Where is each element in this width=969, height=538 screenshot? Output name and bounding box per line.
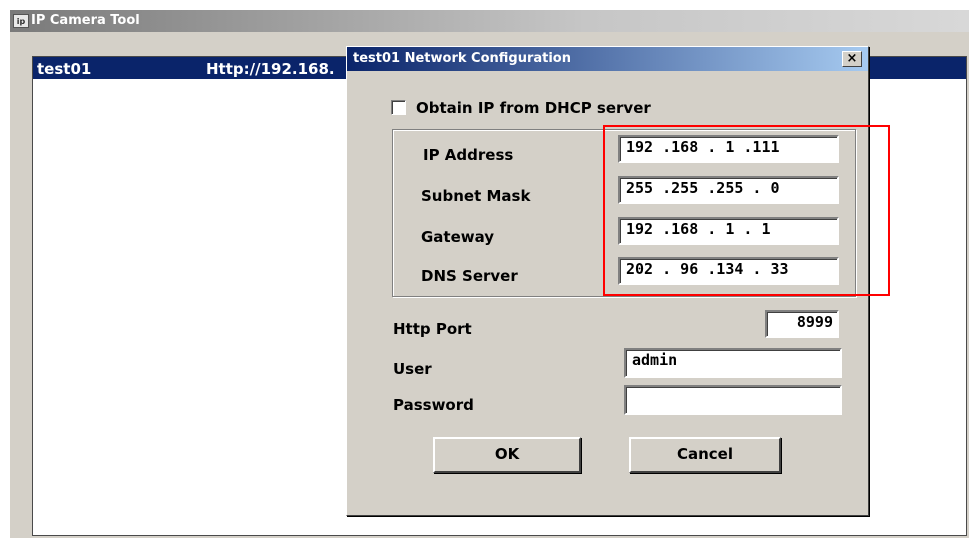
ok-button[interactable]: OK: [433, 437, 581, 473]
http-port-label: Http Port: [393, 320, 472, 338]
gateway-label: Gateway: [421, 228, 495, 246]
user-field[interactable]: admin: [624, 348, 842, 378]
close-icon: ×: [846, 51, 858, 66]
camera-url: Http://192.168.: [206, 60, 335, 78]
annotation-highlight: [603, 125, 890, 296]
app-title: IP Camera Tool: [31, 13, 140, 28]
camera-tool-icon: ip: [13, 14, 29, 28]
user-label: User: [393, 360, 432, 378]
dhcp-label: Obtain IP from DHCP server: [416, 99, 651, 117]
camera-name: test01: [37, 60, 92, 78]
dhcp-checkbox[interactable]: [391, 100, 406, 115]
subnet-mask-label: Subnet Mask: [421, 187, 531, 205]
close-button[interactable]: ×: [842, 51, 862, 67]
cancel-button[interactable]: Cancel: [629, 437, 781, 473]
main-titlebar[interactable]: ip IP Camera Tool: [10, 10, 969, 32]
http-port-field[interactable]: 8999: [765, 310, 839, 338]
password-field[interactable]: [624, 385, 842, 415]
password-label: Password: [393, 396, 474, 414]
dialog-titlebar[interactable]: test01 Network Configuration ×: [347, 47, 868, 71]
dialog-title: test01 Network Configuration: [353, 51, 571, 66]
dns-server-label: DNS Server: [421, 267, 518, 285]
ip-address-label: IP Address: [423, 146, 514, 164]
